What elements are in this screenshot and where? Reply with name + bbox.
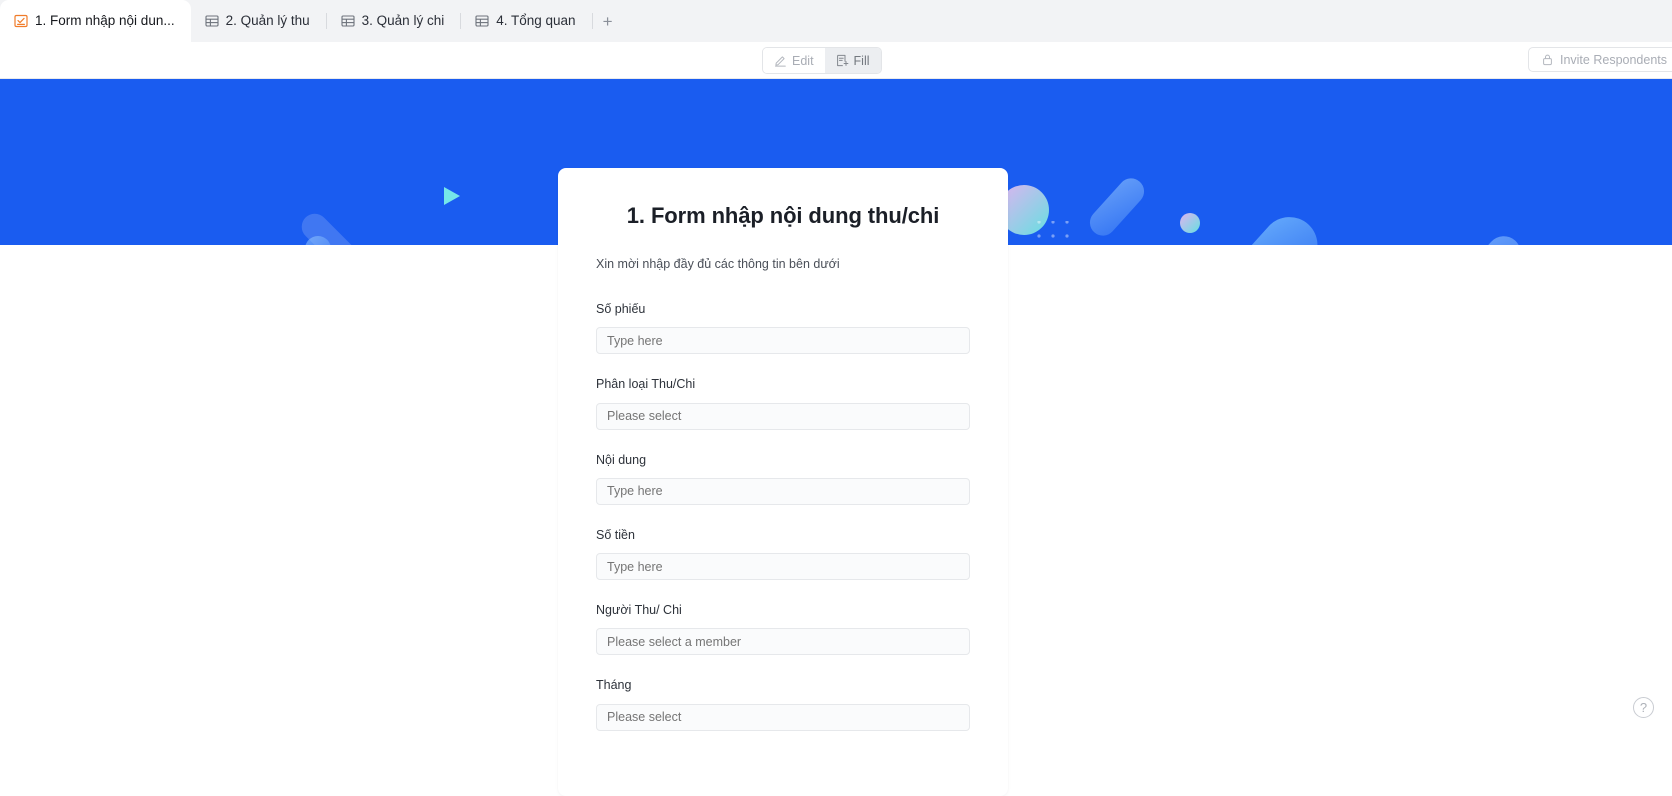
edit-fill-segmented-control: Edit Fill (762, 47, 882, 74)
toolbar: Edit Fill Invite Respondents (0, 42, 1672, 79)
field-noi-dung: Nội dung (596, 452, 970, 505)
field-label: Người Thu/ Chi (596, 603, 682, 617)
tab-label: 4. Tổng quan (496, 13, 576, 29)
field-phan-loai-thu-chi: Phân loại Thu/Chi (596, 376, 970, 430)
tab-tong-quan[interactable]: 4. Tổng quan (461, 0, 591, 42)
app-root: 1. Form nhập nội dun... 2. Quản lý thu 3… (0, 0, 1672, 796)
field-so-phieu: Số phiếu (596, 301, 970, 355)
field-so-tien: Số tiền (596, 527, 970, 580)
tab-label: 3. Quản lý chi (361, 13, 445, 29)
tab-quan-ly-thu[interactable]: 2. Quản lý thu (191, 0, 326, 42)
table-icon (205, 14, 219, 28)
form-card: 1. Form nhập nội dung thu/chi Xin mời nh… (558, 168, 1008, 796)
help-button[interactable]: ? (1633, 697, 1654, 718)
page-title: 1. Form nhập nội dung thu/chi (626, 203, 940, 228)
nguoi-thu-chi-select[interactable] (596, 628, 970, 656)
field-label: Tháng (596, 678, 632, 693)
form-fill-icon (836, 54, 849, 67)
form-icon (14, 14, 28, 28)
field-label: Số tiền (596, 527, 635, 542)
invite-respondents-button[interactable]: Invite Respondents (1527, 47, 1672, 72)
field-nguoi-thu-chi: Người Thu/ Chi (596, 602, 970, 656)
tab-form-nhap-noi-dung[interactable]: 1. Form nhập nội dun... (0, 0, 191, 42)
edit-mode-button[interactable]: Edit (763, 48, 825, 73)
fill-mode-button[interactable]: Fill (824, 48, 881, 73)
field-label: Phân loại Thu/Chi (596, 377, 696, 392)
tab-bar: 1. Form nhập nội dun... 2. Quản lý thu 3… (0, 0, 1672, 42)
thang-select[interactable] (596, 703, 970, 731)
form-subtitle: Xin mời nhập đầy đủ các thông tin bên dư… (596, 256, 840, 271)
field-label: Nội dung (596, 452, 647, 467)
tab-quan-ly-chi[interactable]: 3. Quản lý chi (327, 0, 461, 42)
so-phieu-input[interactable] (596, 327, 970, 355)
fill-mode-label: Fill (853, 53, 870, 68)
tab-label: 2. Quản lý thu (225, 13, 310, 29)
phan-loai-thu-chi-select[interactable] (596, 402, 970, 430)
tab-label: 1. Form nhập nội dun... (35, 13, 175, 29)
pencil-icon (774, 54, 787, 67)
add-tab-button[interactable]: + (593, 0, 623, 42)
table-icon (341, 14, 355, 28)
noi-dung-input[interactable] (596, 477, 970, 505)
field-thang: Tháng (596, 677, 970, 731)
lock-icon (1541, 53, 1554, 66)
so-tien-input[interactable] (596, 553, 970, 580)
edit-mode-label: Edit (792, 53, 814, 68)
question-mark-icon: ? (1639, 700, 1648, 715)
table-icon (475, 14, 489, 28)
field-label: Số phiếu (596, 302, 646, 316)
invite-respondents-label: Invite Respondents (1559, 52, 1667, 67)
